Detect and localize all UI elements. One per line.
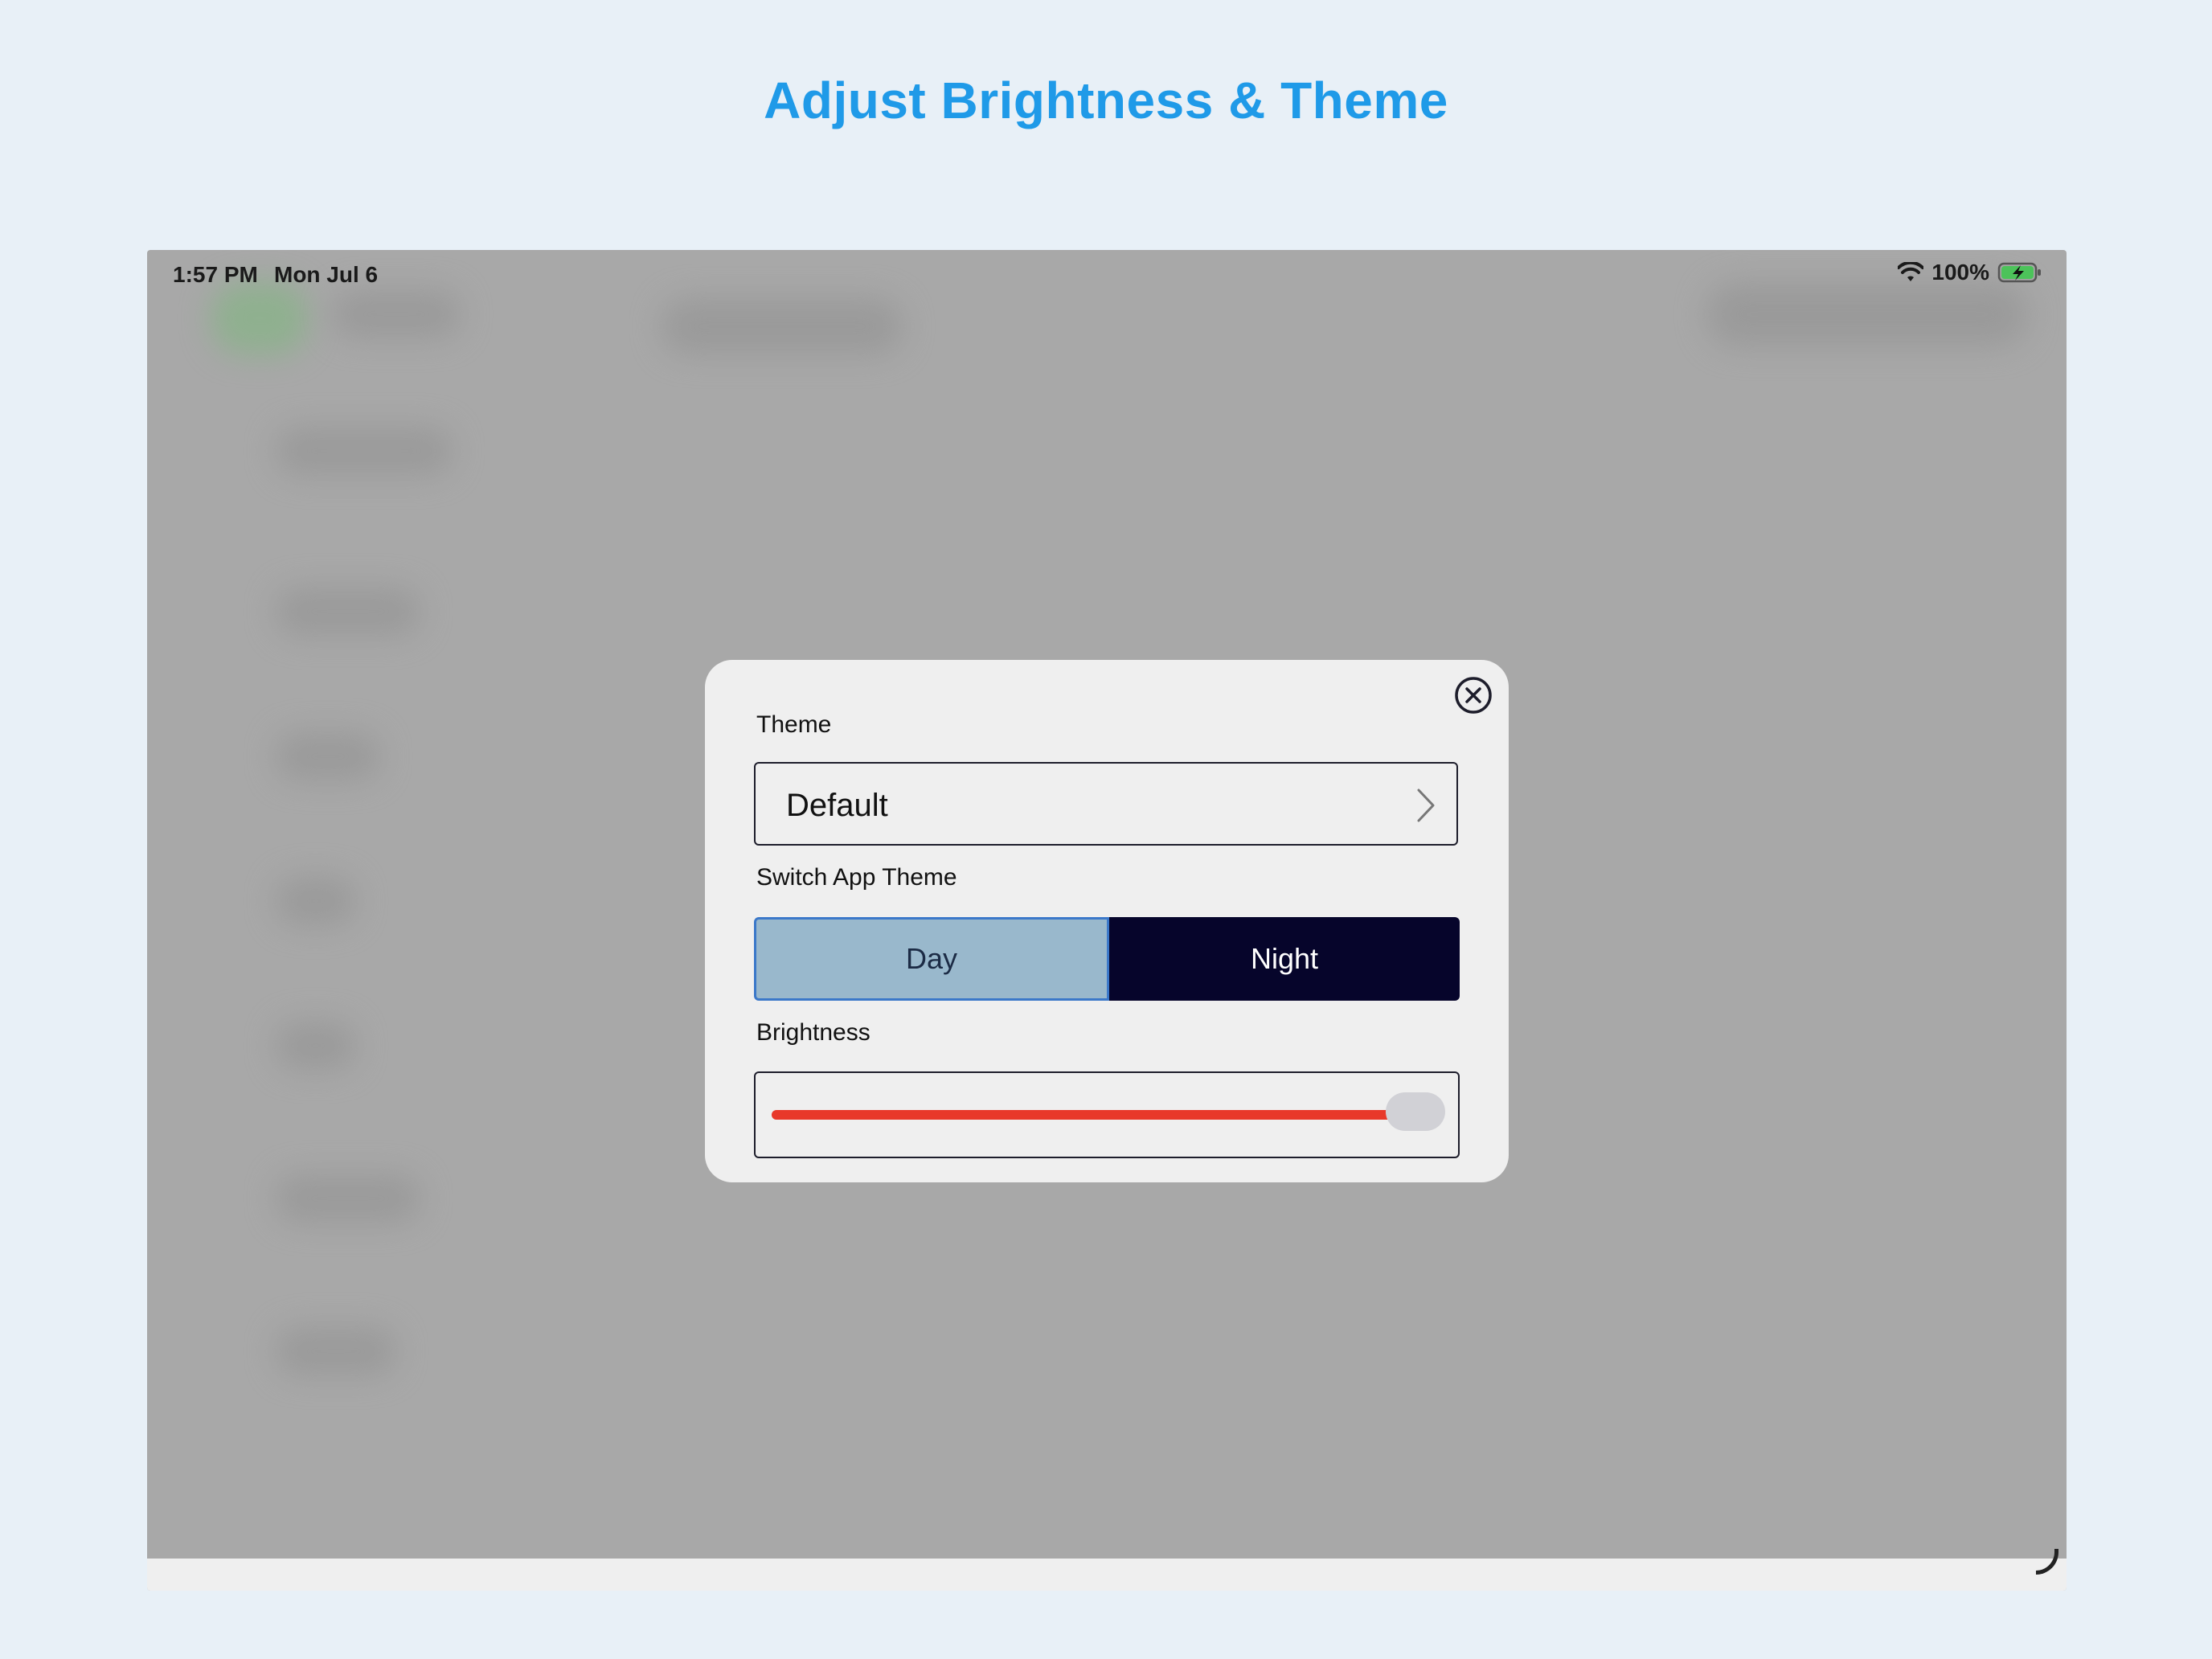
status-time: 1:57 PM [173,262,258,287]
page-title: Adjust Brightness & Theme [764,72,1448,129]
status-right: 100% [1898,260,2042,285]
battery-charging-icon [1997,261,2042,284]
blurred-background-shape [276,1327,396,1375]
brightness-container [754,1071,1460,1158]
blurred-background-shape [276,1022,356,1070]
theme-select[interactable]: Default [754,762,1458,846]
blurred-background-shape [276,732,380,780]
blurred-background-shape [276,877,356,925]
close-circle-icon [1455,677,1492,714]
brightness-slider-track[interactable] [772,1092,1445,1131]
bottom-bar [147,1559,2067,1591]
brightness-label: Brightness [756,1019,870,1046]
brightness-slider-fill [772,1110,1394,1120]
blurred-background-shape [276,427,453,475]
brightness-slider-thumb[interactable] [1386,1092,1445,1131]
blurred-background-shape [662,298,903,354]
day-option-button[interactable]: Day [754,917,1109,1001]
theme-label: Theme [756,711,832,738]
close-button[interactable] [1454,676,1493,715]
device-screen: 1:57 PM Mon Jul 6 100% Theme Default Swi… [147,250,2067,1591]
theme-brightness-dialog: Theme Default Switch App Theme Day Night… [705,660,1509,1182]
status-bar: 1:57 PM Mon Jul 6 100% [147,250,2067,301]
theme-value: Default [786,788,888,823]
status-date: Mon Jul 6 [274,262,379,287]
chevron-right-icon [1416,788,1436,823]
theme-segmented-control: Day Night [754,917,1460,1001]
wifi-icon [1898,262,1924,283]
blurred-background-shape [276,588,420,636]
night-option-button[interactable]: Night [1109,917,1460,1001]
switch-theme-label: Switch App Theme [756,864,957,891]
battery-percent: 100% [1931,260,1989,285]
blurred-background-shape [276,1174,420,1223]
